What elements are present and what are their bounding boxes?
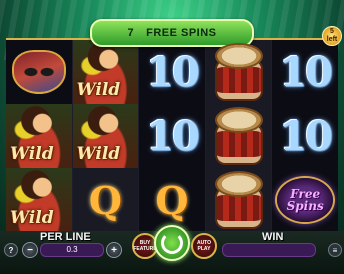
wild-label: Wild xyxy=(10,208,54,228)
symbol-ten: 10 xyxy=(272,104,338,168)
reel-3: 10 10 Q xyxy=(139,40,206,232)
per-line-label: PER LINE xyxy=(40,231,91,243)
symbol-ten: 10 xyxy=(139,104,205,168)
win-field xyxy=(222,243,316,257)
drum-icon xyxy=(216,173,261,227)
reel-1: Wild Wild xyxy=(6,40,73,232)
ten-symbol: 10 xyxy=(146,48,200,96)
minus-icon: − xyxy=(27,244,33,256)
symbol-wild: Wild xyxy=(6,168,72,232)
bet-decrease-button[interactable]: − xyxy=(22,242,38,258)
auto-sub-label: PLAY xyxy=(197,246,211,252)
ten-symbol: 10 xyxy=(146,112,200,160)
wild-label: Wild xyxy=(76,80,121,100)
reel-4 xyxy=(205,40,273,232)
symbol-wild: Wild xyxy=(72,40,139,104)
symbol-q: Q xyxy=(73,168,139,232)
symbol-drum xyxy=(206,104,272,168)
free-spins-banner: 7 FREE SPINS xyxy=(90,19,254,47)
symbol-wild: Wild xyxy=(72,104,139,168)
bet-increase-button[interactable]: + xyxy=(106,242,122,258)
reel-area: Wild Wild Wild Wild Q 10 10 Q 10 10 Free… xyxy=(6,38,338,234)
free-spins-label: FREE SPINS xyxy=(146,27,217,39)
symbol-drum xyxy=(206,168,272,232)
autoplay-button[interactable]: AUTO PLAY xyxy=(191,233,217,259)
ten-symbol: 10 xyxy=(279,112,333,160)
plus-icon: + xyxy=(111,244,117,256)
reel-5: 10 10 Free Spins xyxy=(272,40,338,232)
drum-icon xyxy=(216,45,261,99)
wild-label: Wild xyxy=(10,144,54,164)
symbol-q: Q xyxy=(139,168,205,232)
reel-2: Wild Wild Q xyxy=(72,40,140,232)
menu-icon: ≡ xyxy=(332,245,338,255)
q-symbol: Q xyxy=(155,177,189,223)
help-button[interactable]: ? xyxy=(4,243,18,257)
bet-per-line-field: 0.3 xyxy=(40,243,104,257)
free-spins-count: 7 xyxy=(127,27,135,39)
wild-label: Wild xyxy=(76,144,121,164)
symbol-wild: Wild xyxy=(6,104,72,168)
buy-sub-label: FEATURE xyxy=(133,246,157,252)
free-spins-scatter-icon: Free Spins xyxy=(277,178,334,222)
symbol-ten: 10 xyxy=(272,40,338,104)
ten-symbol: 10 xyxy=(279,48,333,96)
free-spins-line-2: Spins xyxy=(286,199,324,213)
drum-icon xyxy=(216,109,261,163)
spins-left-badge: 5 left xyxy=(322,26,342,46)
symbol-mask xyxy=(6,40,72,104)
win-label: WIN xyxy=(262,231,284,243)
symbol-ten: 10 xyxy=(139,40,205,104)
q-symbol: Q xyxy=(88,177,122,223)
spins-left-text: left xyxy=(326,36,338,43)
settings-button[interactable]: ≡ xyxy=(328,243,342,257)
control-bar: ? PER LINE − 0.3 + BUY FEATURE AUTO PLAY… xyxy=(0,225,344,274)
spin-button[interactable] xyxy=(154,225,190,261)
spin-arrow-icon xyxy=(161,232,183,254)
symbol-free-spins: Free Spins xyxy=(272,168,338,232)
symbol-drum xyxy=(206,40,272,104)
help-icon: ? xyxy=(8,245,14,255)
mask-icon xyxy=(12,50,66,94)
spins-left-number: 5 xyxy=(330,28,334,35)
